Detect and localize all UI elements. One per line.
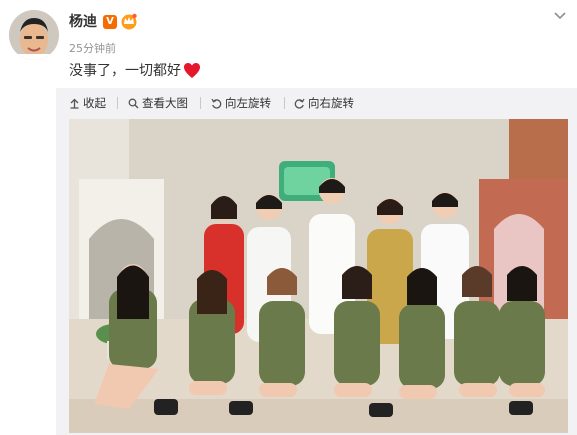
rotate-left-button[interactable]: 向左旋转 [211, 95, 271, 111]
chevron-down-icon[interactable] [552, 8, 568, 24]
member-crown-icon[interactable] [120, 12, 138, 30]
rotate-right-button[interactable]: 向右旋转 [294, 95, 354, 111]
toolbar-divider [117, 97, 118, 109]
verified-badge-icon: V [103, 15, 117, 29]
red-heart-emoji-icon [184, 63, 200, 78]
avatar[interactable] [9, 10, 59, 60]
rotate-left-icon [211, 98, 222, 109]
collapse-icon [70, 98, 79, 109]
toolbar-divider [200, 97, 201, 109]
rotate-right-icon [294, 98, 305, 109]
post-photo[interactable] [69, 119, 568, 433]
avatar-image [9, 10, 59, 60]
rotate-left-label: 向左旋转 [225, 96, 271, 110]
view-large-button[interactable]: 查看大图 [128, 95, 188, 111]
post-time[interactable]: 25分钟前 [69, 40, 116, 56]
magnifier-icon [128, 98, 139, 108]
group-photo-image [69, 119, 568, 433]
post-text: 没事了，一切都好 [69, 63, 181, 79]
view-large-label: 查看大图 [142, 96, 188, 110]
collapse-label: 收起 [83, 96, 106, 110]
collapse-button[interactable]: 收起 [69, 95, 106, 111]
rotate-right-label: 向右旋转 [308, 96, 354, 110]
toolbar-divider [284, 97, 285, 109]
author-name[interactable]: 杨迪 [69, 13, 97, 31]
